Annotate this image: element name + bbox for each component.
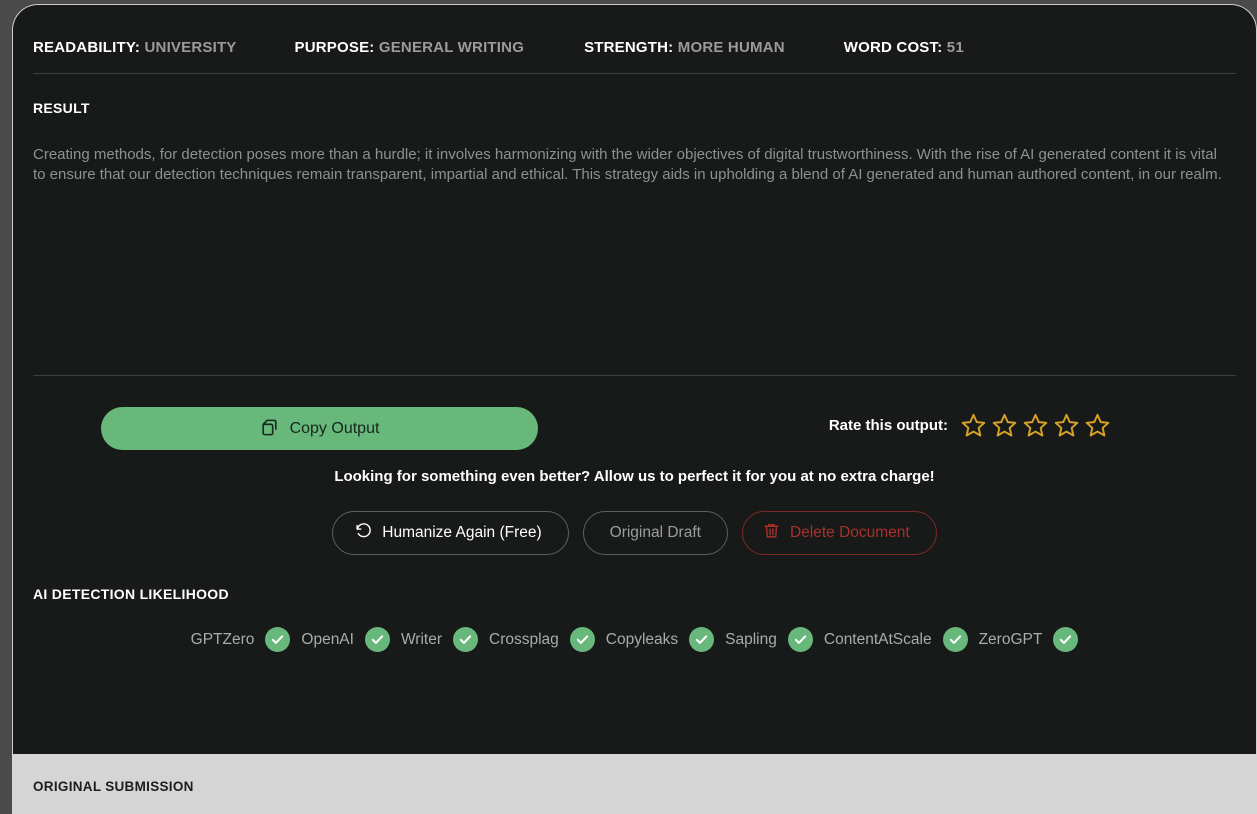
meta-readability-value: UNIVERSITY (144, 38, 237, 56)
check-circle-icon (942, 627, 968, 652)
detector-item: ContentAtScale (824, 627, 968, 652)
check-circle-icon (569, 627, 595, 652)
humanize-again-label: Humanize Again (Free) (382, 524, 542, 541)
meta-strength-value: MORE HUMAN (677, 38, 785, 56)
detector-item: Writer (401, 627, 478, 652)
detector-item: GPTZero (191, 627, 291, 652)
secondary-actions: Humanize Again (Free) Original Draft Del… (33, 511, 1236, 555)
meta-readability-label: READABILITY: (33, 38, 141, 56)
check-circle-icon (1053, 627, 1079, 652)
original-submission-section: ORIGINAL SUBMISSION (12, 752, 1257, 814)
detection-title: AI DETECTION LIKELIHOOD (33, 586, 229, 602)
copy-output-label: Copy Output (289, 419, 380, 437)
delete-document-label: Delete Document (789, 524, 910, 541)
app-root: ORIGINAL SUBMISSION READABILITY: UNIVERS… (0, 0, 1257, 814)
humanize-again-button[interactable]: Humanize Again (Free) (332, 511, 569, 555)
meta-header: READABILITY: UNIVERSITY PURPOSE: GENERAL… (33, 5, 1236, 63)
detector-name: Sapling (725, 630, 777, 648)
detector-name: ContentAtScale (823, 630, 932, 648)
original-submission-title: ORIGINAL SUBMISSION (33, 779, 194, 794)
check-circle-icon (265, 627, 291, 652)
meta-word-cost: WORD COST: 51 (844, 39, 964, 56)
meta-word-cost-value: 51 (946, 38, 964, 56)
detector-name: OpenAI (301, 630, 354, 648)
history-icon (355, 522, 372, 544)
trash-icon (763, 522, 780, 544)
detector-item: Sapling (725, 627, 813, 652)
actions-row: Copy Output Rate this output: (33, 376, 1236, 462)
result-title: RESULT (33, 100, 90, 116)
check-circle-icon (689, 627, 715, 652)
meta-purpose-label: PURPOSE: (294, 38, 375, 56)
detector-item: Copyleaks (605, 627, 715, 652)
detector-name: Crossplag (489, 630, 559, 648)
star-rating[interactable] (960, 412, 1111, 439)
result-card: READABILITY: UNIVERSITY PURPOSE: GENERAL… (12, 4, 1257, 754)
detector-item: ZeroGPT (979, 627, 1079, 652)
check-circle-icon (364, 627, 390, 652)
meta-strength: STRENGTH: MORE HUMAN (584, 39, 785, 56)
detector-name: ZeroGPT (978, 630, 1043, 648)
result-spacer (33, 185, 1236, 365)
header-divider (33, 73, 1236, 74)
meta-word-cost-label: WORD COST: (843, 38, 943, 56)
copy-icon (260, 418, 279, 440)
meta-purpose-value: GENERAL WRITING (378, 38, 525, 56)
original-draft-label: Original Draft (609, 524, 701, 541)
star-icon-3[interactable] (1022, 412, 1049, 439)
star-icon-5[interactable] (1084, 412, 1111, 439)
delete-document-button[interactable]: Delete Document (741, 511, 937, 555)
promo-text: Looking for something even better? Allow… (334, 468, 935, 485)
meta-purpose: PURPOSE: GENERAL WRITING (295, 39, 525, 56)
meta-strength-label: STRENGTH: (584, 38, 674, 56)
detector-item: Crossplag (489, 627, 595, 652)
star-icon-4[interactable] (1053, 412, 1080, 439)
star-icon-1[interactable] (960, 412, 987, 439)
rating-widget: Rate this output: (829, 412, 1111, 439)
meta-readability: READABILITY: UNIVERSITY (33, 39, 237, 56)
detector-name: GPTZero (190, 630, 255, 648)
check-circle-icon (787, 627, 813, 652)
result-text: Creating methods, for detection poses mo… (33, 146, 1222, 183)
detector-name: Copyleaks (605, 630, 679, 648)
check-circle-icon (453, 627, 478, 652)
detector-item: OpenAI (301, 627, 390, 652)
copy-output-button[interactable]: Copy Output (101, 407, 538, 450)
detection-list: GPTZero OpenAI Writer Crossplag Copyleak… (33, 627, 1236, 652)
original-draft-button[interactable]: Original Draft (582, 511, 728, 555)
detector-name: Writer (400, 630, 442, 648)
star-icon-2[interactable] (991, 412, 1018, 439)
rating-label: Rate this output: (828, 417, 948, 434)
